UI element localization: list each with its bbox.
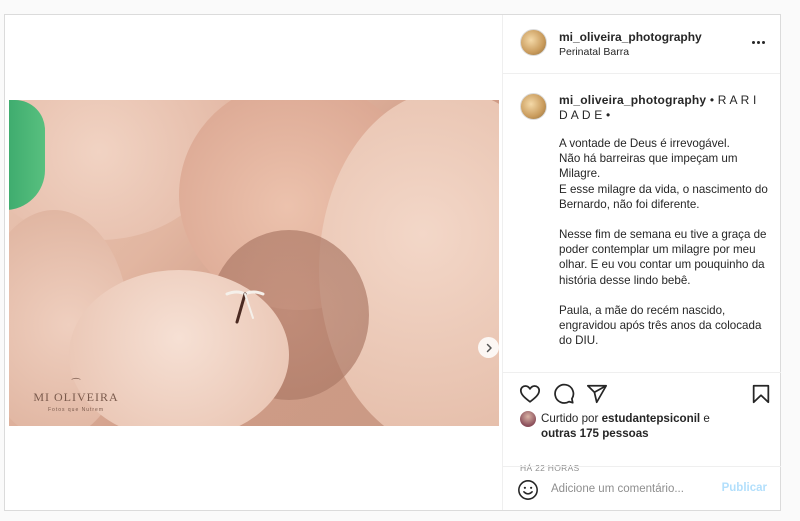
post-media: ⁀ MI OLIVEIRA Fotos que Nutrem (5, 15, 502, 510)
post-actions: Curtido por estudantepsiconil e outras 1… (503, 372, 781, 473)
likes-conjunction: e (700, 412, 710, 425)
comment-bar: Publicar (503, 466, 781, 510)
post-photo[interactable]: ⁀ MI OLIVEIRA Fotos que Nutrem (9, 100, 499, 426)
watermark-tagline: Fotos que Nutrem (47, 407, 105, 413)
iud-device (225, 290, 265, 324)
more-horizontal-icon (762, 40, 765, 44)
caption-paragraph: Nesse fim de semana eu tive a graça de p… (559, 228, 767, 287)
likes-prefix: Curtido por (541, 412, 602, 425)
avatar[interactable] (520, 29, 547, 56)
chevron-right-icon (486, 343, 492, 352)
post-sidebar: mi_oliveira_photography Perinatal Barra … (502, 15, 781, 510)
next-image-button[interactable] (478, 337, 499, 358)
avatar[interactable] (520, 411, 536, 427)
likes-text: Curtido por estudantepsiconil e outras 1… (541, 411, 771, 441)
avatar[interactable] (520, 93, 547, 120)
comment-icon[interactable] (553, 383, 575, 405)
heart-icon[interactable] (519, 383, 541, 405)
action-icons (516, 381, 772, 407)
caption-paragraph: A vontade de Deus é irrevogável. Não há … (559, 137, 768, 211)
publish-button[interactable]: Publicar (722, 482, 767, 494)
post-header: mi_oliveira_photography Perinatal Barra (503, 15, 780, 74)
caption-paragraph: Paula, a mãe do recém nascido, engravido… (559, 303, 762, 348)
bookmark-icon[interactable] (750, 383, 772, 405)
post-caption: mi_oliveira_photography • R A R I D A D … (503, 74, 781, 372)
watermark-logo-icon: ⁀ (71, 379, 81, 390)
send-icon[interactable] (586, 383, 608, 405)
emoji-icon[interactable] (517, 479, 539, 501)
caption-username[interactable]: mi_oliveira_photography (559, 93, 706, 107)
post-card: ⁀ MI OLIVEIRA Fotos que Nutrem mi_olivei… (4, 14, 781, 511)
likes-others[interactable]: outras 175 pessoas (541, 427, 649, 440)
more-options-button[interactable] (752, 37, 766, 47)
header-username[interactable]: mi_oliveira_photography (559, 30, 702, 44)
more-horizontal-icon (752, 40, 755, 44)
watermark-name: MI OLIVEIRA (33, 390, 119, 404)
photographer-watermark: ⁀ MI OLIVEIRA Fotos que Nutrem (31, 379, 121, 414)
liker-username[interactable]: estudantepsiconil (602, 412, 701, 425)
header-location[interactable]: Perinatal Barra (559, 46, 629, 58)
more-horizontal-icon (757, 40, 760, 44)
comment-input[interactable] (551, 479, 711, 499)
caption-body: A vontade de Deus é irrevogável. Não há … (559, 136, 769, 363)
caption-header: mi_oliveira_photography • R A R I D A D … (559, 93, 765, 123)
